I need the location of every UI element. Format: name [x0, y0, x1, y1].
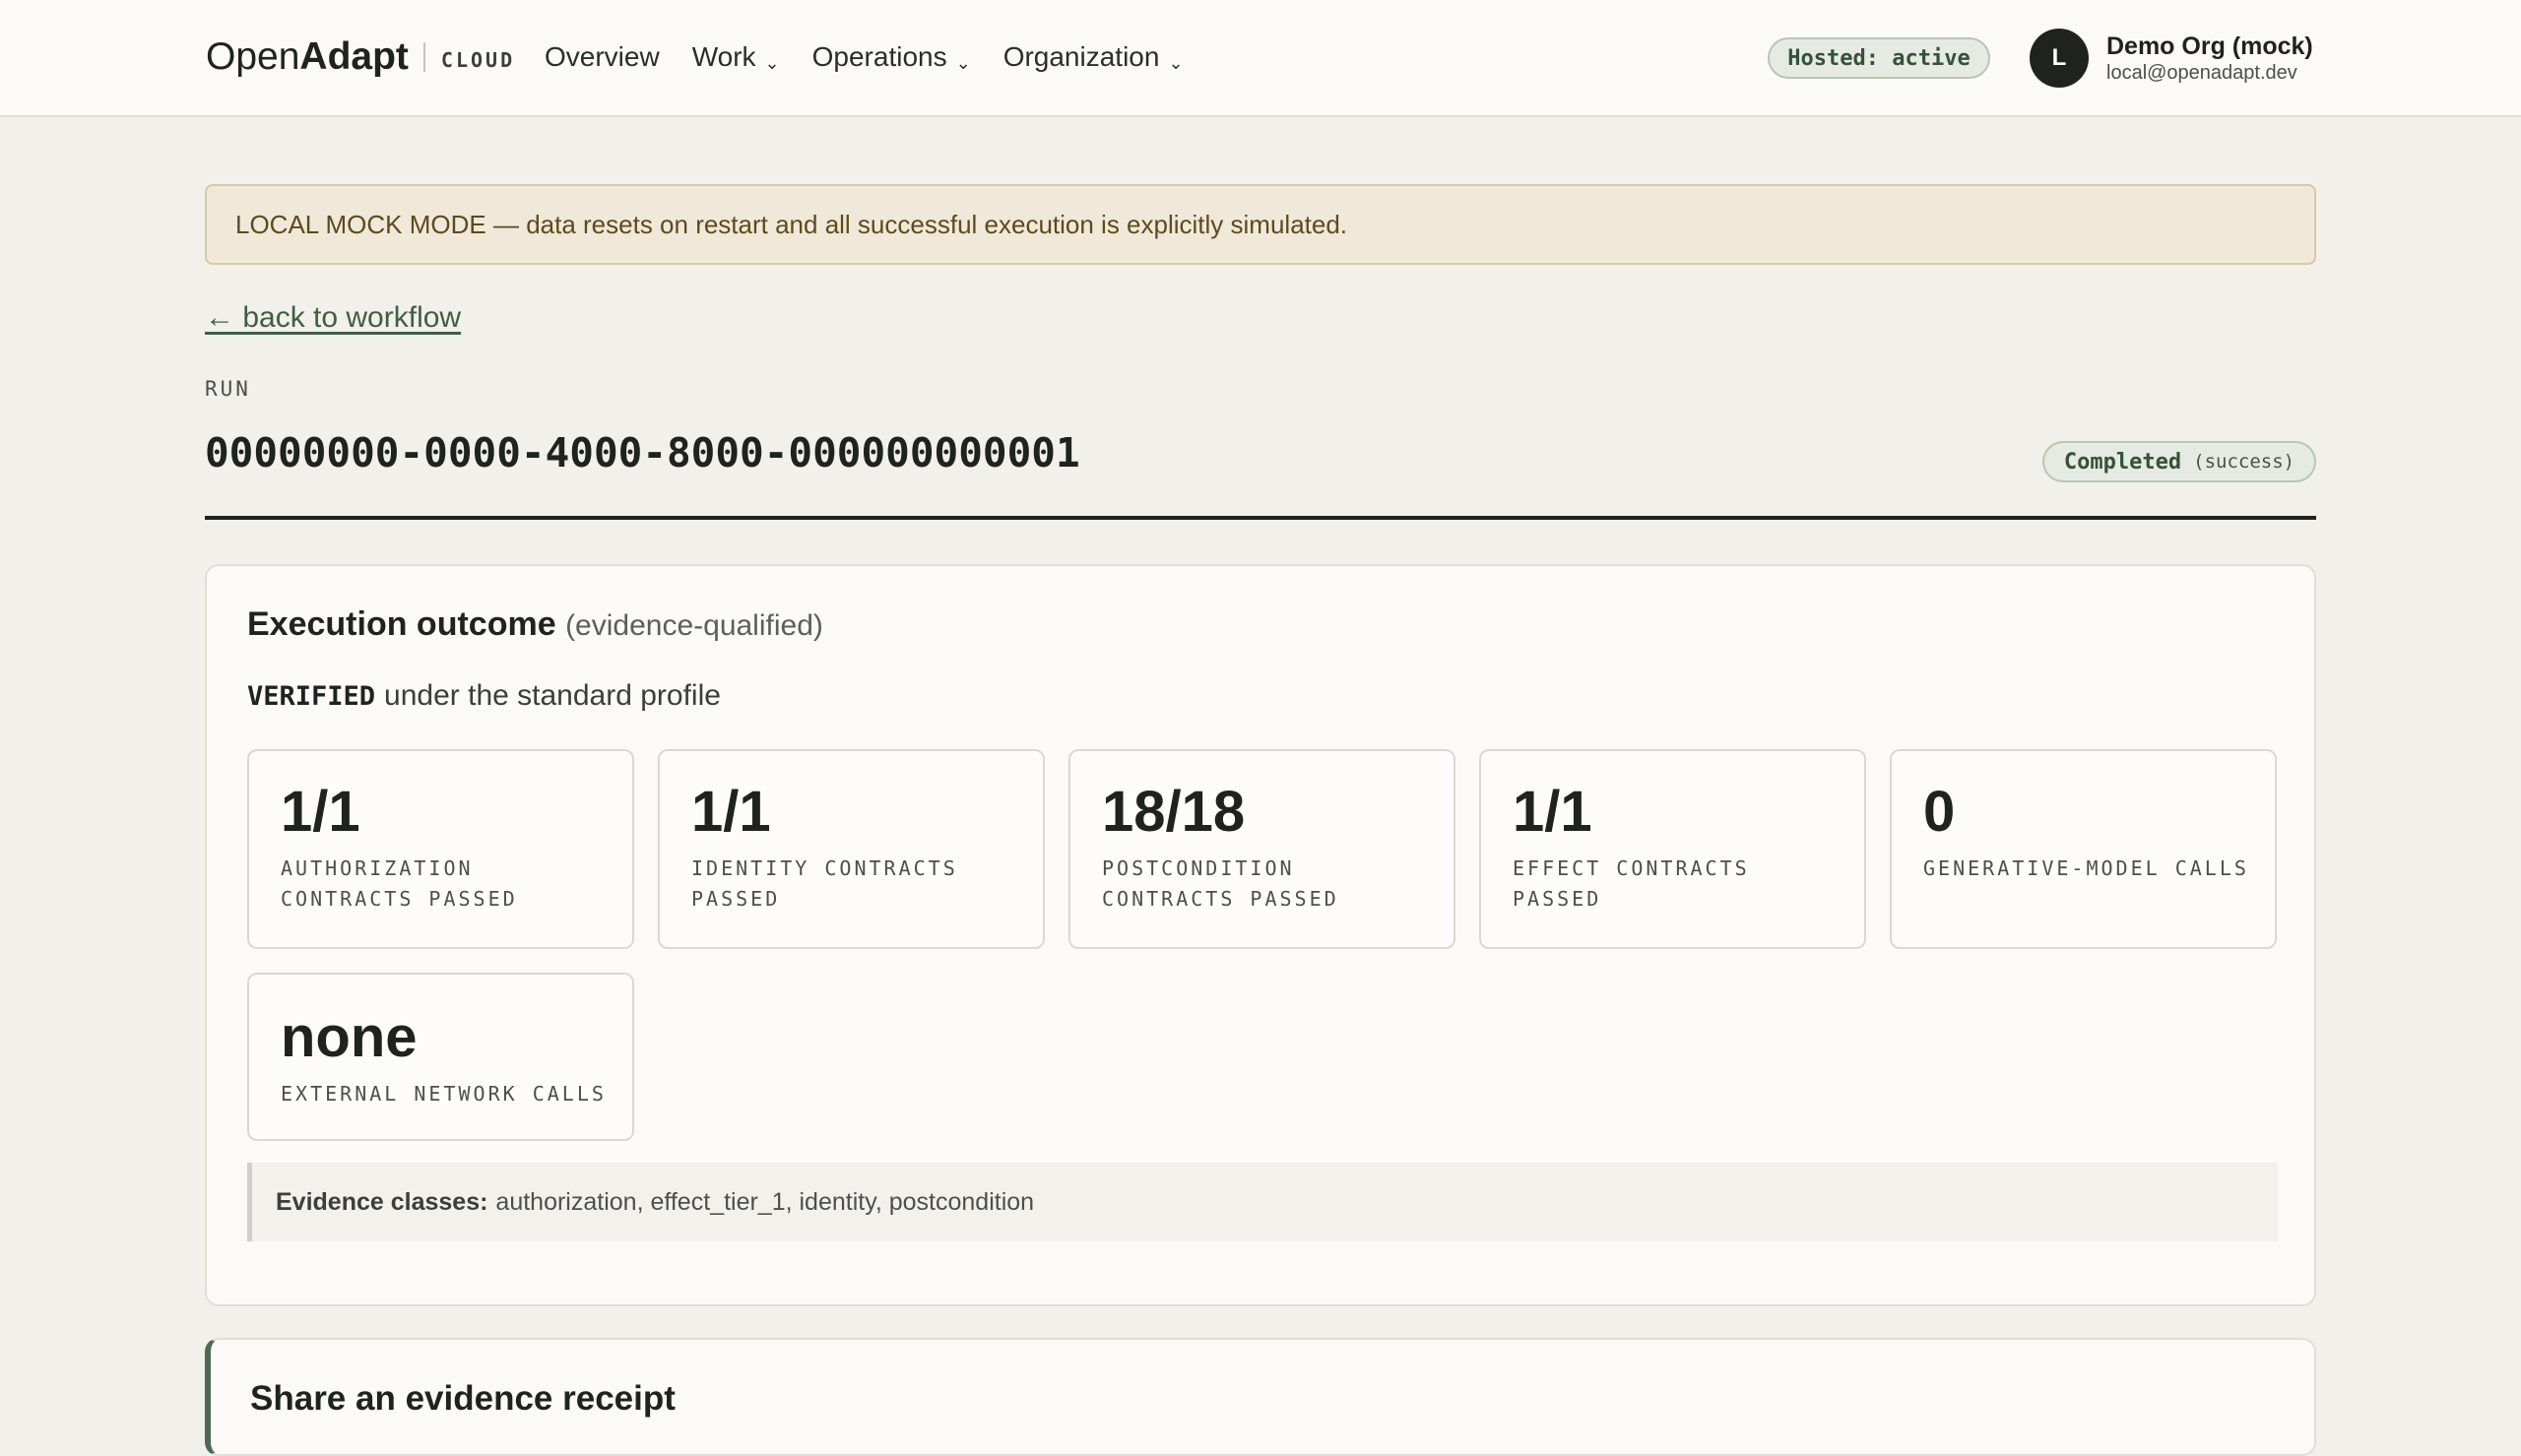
- verified-profile-text: under the standard profile: [384, 679, 721, 712]
- brand-logo[interactable]: Open Adapt CLOUD: [206, 35, 515, 79]
- metric-value: 0: [1923, 780, 1956, 844]
- chevron-down-icon: ⌄: [1168, 53, 1184, 73]
- nav-operations-label: Operations: [811, 41, 947, 72]
- back-to-workflow-link[interactable]: ← back to workflow: [205, 301, 461, 335]
- nav-work-label: Work: [691, 41, 756, 72]
- verified-status: VERIFIED: [247, 681, 376, 712]
- execution-outcome-heading: Execution outcome: [247, 605, 556, 643]
- nav-operations[interactable]: Operations ⌄: [812, 41, 971, 73]
- evidence-classes-value: authorization, effect_tier_1, identity, …: [495, 1187, 1035, 1216]
- mock-mode-banner: LOCAL MOCK MODE — data resets on restart…: [205, 184, 2316, 265]
- brand-cloud-tag: CLOUD: [440, 48, 516, 72]
- metric-label: AUTHORIZATION CONTRACTS PASSED: [281, 856, 518, 911]
- nav-work[interactable]: Work ⌄: [692, 41, 780, 73]
- metric-card-effect: 1/1 EFFECT CONTRACTS PASSED: [1479, 749, 1866, 949]
- metric-value: 1/1: [1513, 780, 1592, 844]
- hosted-status-badge: Hosted: active: [1768, 37, 1990, 79]
- brand-name-open: Open: [206, 35, 300, 78]
- share-evidence-receipt-title: Share an evidence receipt: [250, 1379, 676, 1418]
- evidence-classes: Evidence classes: authorization, effect_…: [247, 1163, 2278, 1241]
- metric-label: POSTCONDITION CONTRACTS PASSED: [1102, 856, 1339, 911]
- nav-overview[interactable]: Overview: [545, 41, 660, 73]
- chevron-down-icon: ⌄: [764, 53, 780, 73]
- mock-mode-banner-text: LOCAL MOCK MODE — data resets on restart…: [235, 209, 1348, 239]
- metric-card-authorization: 1/1 AUTHORIZATION CONTRACTS PASSED: [247, 749, 634, 949]
- user-email: local@openadapt.dev: [2106, 62, 2297, 84]
- metric-label: GENERATIVE-MODEL CALLS: [1923, 856, 2249, 880]
- user-org-name: Demo Org (mock): [2106, 32, 2313, 60]
- metric-card-external-network-calls: none EXTERNAL NETWORK CALLS: [247, 973, 634, 1141]
- nav-organization-label: Organization: [1002, 41, 1160, 72]
- verification-summary: VERIFIED under the standard profile: [247, 679, 721, 713]
- brand-divider: [422, 42, 425, 72]
- metric-value: 18/18: [1102, 780, 1246, 844]
- execution-outcome-qualifier: (evidence-qualified): [565, 609, 823, 642]
- run-label: RUN: [205, 377, 251, 401]
- metric-card-generative-model-calls: 0 GENERATIVE-MODEL CALLS: [1890, 749, 2277, 949]
- nav-overview-label: Overview: [545, 41, 660, 72]
- status-badge-detail: (success): [2193, 451, 2295, 473]
- metric-label: EFFECT CONTRACTS PASSED: [1513, 856, 1750, 911]
- metric-label: EXTERNAL NETWORK CALLS: [281, 1082, 607, 1106]
- avatar[interactable]: L: [2030, 29, 2089, 88]
- main-nav: Overview Work ⌄ Operations ⌄ Organizatio…: [545, 41, 1216, 73]
- metric-label: IDENTITY CONTRACTS PASSED: [691, 856, 958, 911]
- metric-card-postcondition: 18/18 POSTCONDITION CONTRACTS PASSED: [1068, 749, 1455, 949]
- metric-value: none: [281, 1005, 418, 1069]
- execution-outcome-card: Execution outcome (evidence-qualified) V…: [205, 564, 2316, 1306]
- share-evidence-receipt-card: Share an evidence receipt: [205, 1338, 2316, 1456]
- status-badge: Completed (success): [2042, 441, 2316, 482]
- brand-name-adapt: Adapt: [299, 35, 409, 78]
- chevron-down-icon: ⌄: [955, 53, 971, 73]
- page-title: 00000000-0000-4000-8000-000000000001: [205, 429, 1080, 476]
- status-badge-label: Completed: [2063, 449, 2182, 475]
- metric-value: 1/1: [281, 780, 360, 844]
- top-navigation-bar: Open Adapt CLOUD Overview Work ⌄ Operatio…: [0, 0, 2521, 117]
- metric-value: 1/1: [691, 780, 771, 844]
- section-divider: [205, 516, 2316, 520]
- nav-organization[interactable]: Organization ⌄: [1003, 41, 1184, 73]
- metric-card-identity: 1/1 IDENTITY CONTRACTS PASSED: [658, 749, 1045, 949]
- execution-outcome-title: Execution outcome (evidence-qualified): [247, 605, 823, 644]
- evidence-classes-label: Evidence classes:: [276, 1187, 488, 1216]
